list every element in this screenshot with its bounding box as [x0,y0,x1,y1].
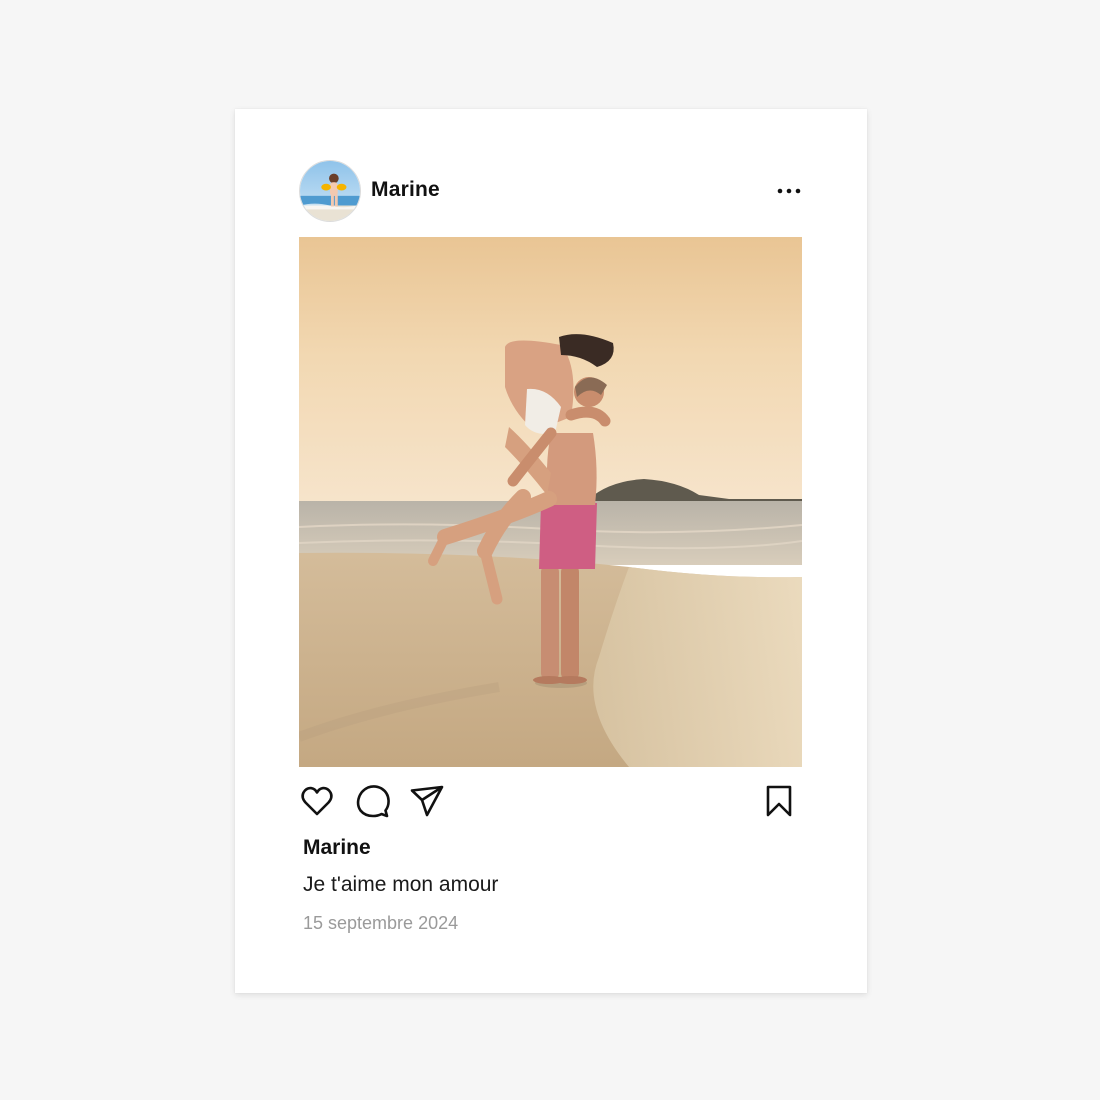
post-card: Marine Marine Je t'aime mon amour 15 sep… [235,109,867,993]
post-username[interactable]: Marine [371,178,440,202]
post-header: Marine [299,160,802,222]
post-actions [299,783,802,819]
more-horizontal-icon[interactable] [776,182,802,200]
avatar-image [300,161,360,221]
avatar[interactable] [299,160,361,222]
caption-username[interactable]: Marine [303,836,371,860]
caption-text: Je t'aime mon amour [303,873,499,896]
comment-icon[interactable] [355,783,391,819]
heart-icon[interactable] [299,783,335,819]
send-icon[interactable] [409,783,445,819]
post-image[interactable] [299,237,802,767]
post-date: 15 septembre 2024 [303,913,459,933]
bookmark-icon[interactable] [761,783,797,819]
